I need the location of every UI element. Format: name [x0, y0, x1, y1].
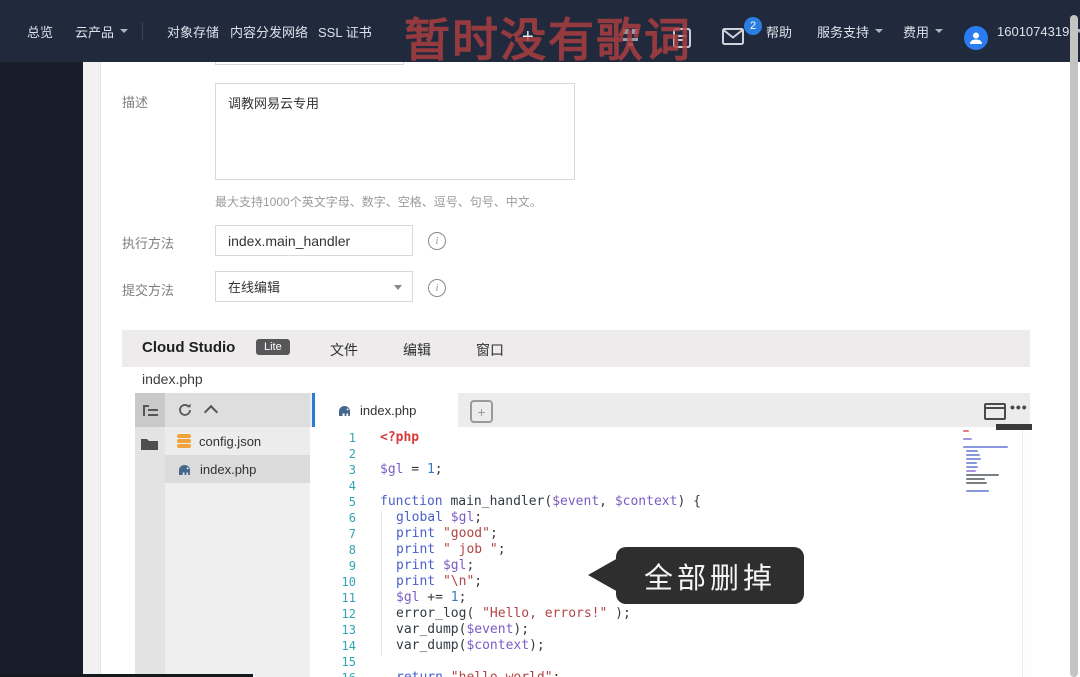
ide-path: index.php: [142, 371, 203, 387]
folder-open-icon[interactable]: [141, 437, 159, 451]
mail-badge: 2: [744, 17, 762, 35]
collapse-icon[interactable]: [203, 404, 219, 420]
nav-billing-label: 费用: [903, 24, 930, 40]
nav-cdn[interactable]: 内容分发网络: [230, 0, 308, 62]
chevron-down-icon: [120, 29, 129, 33]
refresh-icon[interactable]: [178, 403, 192, 417]
nav-cloud-products-label: 云产品: [75, 24, 115, 40]
php-elephant-icon: [339, 405, 350, 416]
editor-scrollbar-thumb[interactable]: [996, 424, 1032, 430]
editor-tabbar: index.php + •••: [310, 393, 1030, 427]
tab-index-php[interactable]: index.php: [312, 393, 458, 427]
page: 描述 调教网易云专用 最大支持1000个英文字母、数字、空格、逗号、句号、中文。…: [0, 0, 1080, 677]
description-label: 描述: [122, 95, 149, 110]
nav-ssl[interactable]: SSL 证书: [318, 0, 372, 62]
handler-info-icon[interactable]: i: [428, 232, 446, 250]
callout-bubble: 全部删掉: [616, 547, 804, 604]
handler-label: 执行方法: [122, 236, 175, 251]
content-scroll-gutter: [83, 62, 101, 677]
mail-icon[interactable]: [722, 28, 744, 45]
left-sidebar: [0, 62, 83, 677]
callout-text: 全部删掉: [643, 562, 776, 595]
account-id-label: 1601074319: [997, 23, 1070, 39]
chevron-down-icon: [394, 285, 402, 290]
tab-label: index.php: [360, 402, 417, 418]
nav-cloud-products[interactable]: 云产品: [75, 0, 129, 62]
explorer-tree-toggle[interactable]: [135, 393, 165, 427]
lite-badge: Lite: [256, 339, 290, 355]
minimap[interactable]: [963, 430, 1019, 494]
callout-arrow: [588, 558, 618, 592]
layout-panel-icon[interactable]: [984, 403, 1006, 420]
menu-edit[interactable]: 编辑: [403, 340, 431, 360]
handler-input[interactable]: [215, 225, 413, 256]
tree-list-icon: [142, 404, 158, 417]
file-row-config[interactable]: config.json: [165, 427, 310, 455]
editor-scrollbar-track[interactable]: [1022, 427, 1031, 677]
nav-support-label: 服务支持: [817, 24, 870, 40]
menu-file[interactable]: 文件: [330, 340, 358, 360]
file-name: config.json: [199, 433, 262, 449]
nav-overview[interactable]: 总览: [27, 0, 53, 62]
php-elephant-icon: [179, 464, 190, 475]
nav-billing[interactable]: 费用: [903, 0, 944, 62]
page-scrollbar[interactable]: [1070, 15, 1078, 677]
watermark-text: 暂时没有歌词: [404, 14, 692, 66]
submit-info-icon[interactable]: i: [428, 279, 446, 297]
menu-window[interactable]: 窗口: [476, 340, 504, 360]
explorer-toolbar: [165, 393, 310, 427]
database-icon: [177, 434, 191, 448]
explorer-icon-strip: [135, 427, 165, 677]
nav-cos[interactable]: 对象存储: [167, 0, 219, 62]
indent-guide: [381, 511, 382, 655]
new-tab-button[interactable]: +: [470, 400, 493, 423]
description-hint: 最大支持1000个英文字母、数字、空格、逗号、句号、中文。: [215, 195, 542, 209]
description-textarea[interactable]: 调教网易云专用: [215, 83, 575, 180]
submit-method-select[interactable]: 在线编辑: [215, 271, 413, 302]
submit-method-label: 提交方法: [122, 283, 175, 298]
chevron-down-icon: [875, 29, 884, 33]
chevron-down-icon: [935, 29, 944, 33]
more-actions-icon[interactable]: •••: [1010, 399, 1028, 415]
nav-support[interactable]: 服务支持: [817, 0, 884, 62]
ide-header: Cloud Studio Lite 文件 编辑 窗口: [122, 330, 1030, 367]
file-row-index[interactable]: index.php: [165, 455, 310, 483]
file-name: index.php: [200, 461, 257, 477]
nav-help[interactable]: 帮助: [766, 0, 792, 62]
user-icon: [970, 32, 982, 44]
ide-title: Cloud Studio: [142, 339, 236, 356]
explorer-background: [165, 483, 310, 677]
nav-divider: [142, 22, 143, 40]
submit-method-value: 在线编辑: [228, 280, 281, 295]
avatar[interactable]: [964, 26, 988, 50]
account-id[interactable]: 1601074319: [997, 0, 1080, 62]
ide-pathbar: index.php: [122, 367, 1030, 393]
